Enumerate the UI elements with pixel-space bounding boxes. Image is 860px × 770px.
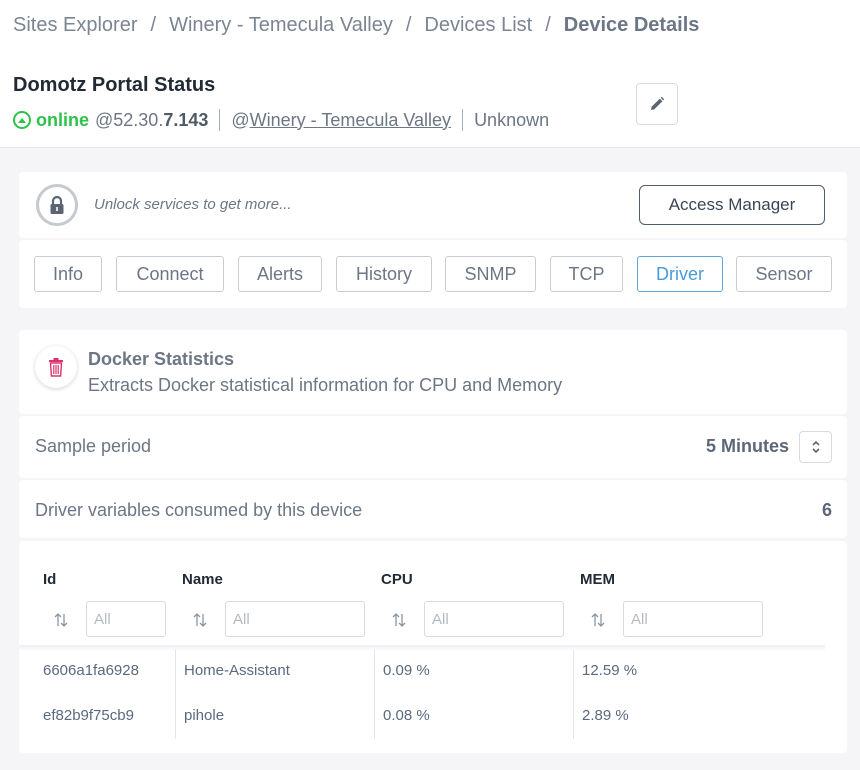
breadcrumb-item-devices-list[interactable]: Devices List [424,14,532,36]
variables-table: Id Name CPU MEM 6606a1fa6928 Home-Assist… [19,541,847,753]
filter-input-id[interactable] [86,601,166,637]
column-divider [175,649,176,739]
driver-variables-label: Driver variables consumed by this device [35,500,363,520]
filter-input-cpu[interactable] [424,601,564,637]
pencil-icon [651,96,665,110]
breadcrumb-separator: / [545,14,551,36]
divider [219,109,221,131]
device-title: Domotz Portal Status [13,74,216,96]
tab-history[interactable]: History [336,256,432,292]
driver-variables-row: Driver variables consumed by this device… [19,480,847,538]
column-header-id: Id [43,571,57,588]
tab-bar: Info Connect Alerts History SNMP TCP Dri… [19,240,847,308]
tab-sensor[interactable]: Sensor [736,256,832,292]
column-divider [374,649,375,739]
driver-info-card: Docker Statistics Extracts Docker statis… [19,330,847,414]
driver-description: Extracts Docker statistical information … [88,375,563,395]
page-header: Sites Explorer / Winery - Temecula Valley /… [0,0,860,148]
ip-address-suffix: 7.143 [163,109,209,130]
cell-cpu: 0.08 % [383,707,430,724]
sample-period-value: 5 Minutes [705,436,789,456]
cell-id: 6606a1fa6928 [43,662,139,679]
column-header-name: Name [182,571,223,588]
table-header-divider [19,645,825,651]
driver-variables-count: 6 [821,500,832,520]
divider [462,109,464,131]
column-header-cpu: CPU [381,571,413,588]
cell-id: ef82b9f75cb9 [43,707,134,724]
column-divider [573,649,574,739]
breadcrumb-separator: / [150,14,157,36]
site-prefix: @ [231,109,250,130]
sort-icon[interactable] [53,612,69,628]
access-manager-button[interactable]: Access Manager [639,185,825,225]
driver-name: Docker Statistics [88,349,235,369]
sort-icon[interactable] [590,612,606,628]
breadcrumb-item-site[interactable]: Winery - Temecula Valley [169,14,393,36]
column-header-mem: MEM [580,571,615,588]
device-type: Unknown [474,109,550,130]
tab-snmp[interactable]: SNMP [445,256,536,292]
trash-icon [49,358,63,377]
unlock-text: Unlock services to get more... [94,196,292,213]
tab-alerts[interactable]: Alerts [238,256,322,292]
tab-driver[interactable]: Driver [637,256,723,292]
device-status-line: online @52.30. 7.143 @ Winery - Temecula V… [13,108,549,132]
driver-icon [35,346,77,388]
cell-mem: 2.89 % [582,707,629,724]
sample-period-row: Sample period 5 Minutes [19,416,847,478]
cell-name: Home-Assistant [184,662,290,679]
online-status-icon [13,111,31,129]
sample-period-selector[interactable] [799,431,832,463]
cell-cpu: 0.09 % [383,662,430,679]
tab-connect[interactable]: Connect [116,256,224,292]
cell-mem: 12.59 % [582,662,638,679]
breadcrumb-current: Device Details [563,14,700,36]
cell-name: pihole [184,707,225,724]
lock-icon [36,184,78,226]
sample-period-label: Sample period [35,436,152,456]
edit-button[interactable] [636,83,678,125]
breadcrumb: Sites Explorer / Winery - Temecula Valley /… [13,14,699,37]
up-down-arrow-icon [811,440,820,454]
ip-address-prefix: @52.30. [95,109,164,130]
tab-tcp[interactable]: TCP [550,256,623,292]
breadcrumb-separator: / [405,14,412,36]
sort-icon[interactable] [391,612,407,628]
sort-icon[interactable] [192,612,208,628]
filter-input-mem[interactable] [623,601,763,637]
filter-input-name[interactable] [225,601,365,637]
site-link[interactable]: Winery - Temecula Valley [250,110,451,131]
unlock-services-card: Unlock services to get more... Access Ma… [19,172,847,238]
status-text: online [36,109,89,130]
tab-info[interactable]: Info [34,256,102,292]
breadcrumb-item-sites-explorer[interactable]: Sites Explorer [13,14,138,36]
